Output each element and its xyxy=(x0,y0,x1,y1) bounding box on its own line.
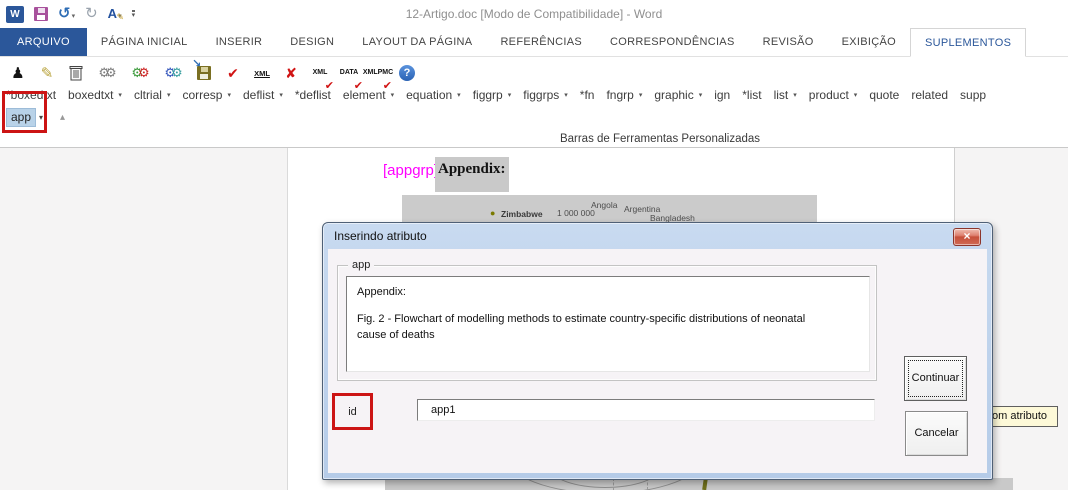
element-figgrps[interactable]: figgrps▾ xyxy=(523,88,568,102)
id-input-field[interactable]: app1 xyxy=(417,399,875,421)
window-titlebar: W ↺▾ ↻ A✎▾ ▾ 12-Artigo.doc [Modo de Comp… xyxy=(0,0,1068,28)
chevron-down-icon: ▾ xyxy=(457,91,461,99)
element-related[interactable]: related xyxy=(911,88,948,102)
chevron-down-icon: ▾ xyxy=(167,91,171,99)
addin-element-list: *boxedtxt boxedtxt▾ cltrial▾ corresp▾ de… xyxy=(6,88,1066,102)
appgrp-tag: [appgrp] xyxy=(383,162,438,179)
window-title: 12-Artigo.doc [Modo de Compatibilidade] … xyxy=(0,7,1068,21)
figure-label: Zimbabwe xyxy=(501,209,543,219)
chevron-down-icon: ▾ xyxy=(279,91,283,99)
save-export-icon[interactable]: ↘ xyxy=(194,62,214,84)
chevron-down-icon: ▾ xyxy=(854,91,858,99)
dialog-close-button[interactable]: × xyxy=(953,228,981,246)
person-icon[interactable]: ♟ xyxy=(8,62,28,84)
tab-referencias[interactable]: REFERÊNCIAS xyxy=(486,28,596,56)
tab-pagina-inicial[interactable]: PÁGINA INICIAL xyxy=(87,28,202,56)
annotation-red-box-id: id xyxy=(332,393,373,430)
delete-x-icon[interactable]: ✘ xyxy=(281,62,301,84)
addin-icon-toolbar: ♟ ✎ ⚙⚙ ⚙⚙ ⚙⚙ ↘ ✔ XML ✘ XML✔ DATA✔ XMLPMC… xyxy=(8,61,417,85)
chevron-down-icon: ▾ xyxy=(391,91,395,99)
attribute-content-textbox[interactable]: Appendix: Fig. 2 - Flowchart of modellin… xyxy=(346,276,870,372)
app-element-chip[interactable]: app xyxy=(6,108,36,127)
tab-arquivo[interactable]: ARQUIVO xyxy=(0,28,87,56)
continue-button[interactable]: Continuar xyxy=(904,356,967,401)
legend-bullet-icon: ● xyxy=(490,208,495,218)
cancel-button[interactable]: Cancelar xyxy=(905,411,968,456)
ribbon-tab-bar: ARQUIVO PÁGINA INICIAL INSERIR DESIGN LA… xyxy=(0,28,1068,57)
xml-icon[interactable]: XML xyxy=(252,62,272,84)
element-boxedtxt-star[interactable]: *boxedtxt xyxy=(6,88,56,102)
element-equation[interactable]: equation▾ xyxy=(406,88,461,102)
chevron-down-icon[interactable]: ▾ xyxy=(36,113,46,122)
tab-design[interactable]: DESIGN xyxy=(276,28,348,56)
content-line-1: Appendix: xyxy=(357,286,859,298)
element-figgrp[interactable]: figgrp▾ xyxy=(473,88,512,102)
xml-validate-icon[interactable]: XML✔ xyxy=(310,62,330,84)
element-product[interactable]: product▾ xyxy=(809,88,858,102)
insert-attribute-dialog: Inserindo atributo × app Appendix: Fig. … xyxy=(322,222,993,480)
tab-exibicao[interactable]: EXIBIÇÃO xyxy=(828,28,910,56)
chevron-down-icon: ▾ xyxy=(118,91,122,99)
tab-correspondencias[interactable]: CORRESPONDÊNCIAS xyxy=(596,28,749,56)
chevron-down-icon: ▾ xyxy=(564,91,568,99)
id-label: id xyxy=(348,406,357,418)
app-group-box: app Appendix: Fig. 2 - Flowchart of mode… xyxy=(337,265,877,381)
gears-blue-icon[interactable]: ⚙⚙ xyxy=(161,62,181,84)
pencil-icon[interactable]: ✎ xyxy=(37,62,57,84)
element-fngrp[interactable]: fngrp▾ xyxy=(606,88,642,102)
tooltip: om atributo xyxy=(989,406,1058,427)
chevron-down-icon: ▾ xyxy=(227,91,231,99)
element-deflist[interactable]: deflist▾ xyxy=(243,88,283,102)
tab-revisao[interactable]: REVISÃO xyxy=(749,28,828,56)
element-element[interactable]: element▾ xyxy=(343,88,394,102)
content-line-2: Fig. 2 - Flowchart of modelling methods … xyxy=(357,312,837,344)
element-quote[interactable]: quote xyxy=(869,88,899,102)
element-ign[interactable]: ign xyxy=(714,88,730,102)
validate-check-icon[interactable]: ✔ xyxy=(223,62,243,84)
app-selector-row: app ▾ ▴ xyxy=(6,108,65,127)
figure-label: Angola xyxy=(591,200,617,210)
arrow-se-icon: ↘ xyxy=(192,57,201,70)
appendix-heading: Appendix: xyxy=(438,161,506,178)
dialog-client-area: app Appendix: Fig. 2 - Flowchart of mode… xyxy=(328,249,987,473)
trash-icon[interactable] xyxy=(66,62,86,84)
element-graphic[interactable]: graphic▾ xyxy=(654,88,702,102)
xml-pmc-validate-icon[interactable]: XMLPMC✔ xyxy=(368,62,388,84)
chevron-down-icon: ▾ xyxy=(508,91,512,99)
tab-suplementos[interactable]: SUPLEMENTOS xyxy=(910,28,1026,57)
ribbon-body: ♟ ✎ ⚙⚙ ⚙⚙ ⚙⚙ ↘ ✔ XML ✘ XML✔ DATA✔ XMLPMC… xyxy=(0,57,1068,148)
tab-inserir[interactable]: INSERIR xyxy=(202,28,277,56)
figure-label: 1 000 000 xyxy=(557,208,595,218)
chevron-down-icon: ▾ xyxy=(699,91,703,99)
group-box-label: app xyxy=(348,259,374,271)
collapse-arrow-icon[interactable]: ▴ xyxy=(60,112,65,123)
tab-layout-da-pagina[interactable]: LAYOUT DA PÁGINA xyxy=(348,28,486,56)
gears-gray-icon[interactable]: ⚙⚙ xyxy=(95,62,115,84)
element-corresp[interactable]: corresp▾ xyxy=(182,88,231,102)
element-deflist-star[interactable]: *deflist xyxy=(295,88,331,102)
custom-toolbars-caption: Barras de Ferramentas Personalizadas xyxy=(560,133,760,145)
data-validate-icon[interactable]: DATA✔ xyxy=(339,62,359,84)
element-cltrial[interactable]: cltrial▾ xyxy=(134,88,171,102)
element-boxedtxt[interactable]: boxedtxt▾ xyxy=(68,88,122,102)
dialog-title: Inserindo atributo xyxy=(334,229,427,243)
chevron-down-icon: ▾ xyxy=(639,91,643,99)
chevron-down-icon: ▾ xyxy=(793,91,797,99)
help-icon[interactable]: ? xyxy=(397,62,417,84)
element-list[interactable]: list▾ xyxy=(774,88,797,102)
figure-fragment: ● Zimbabwe 1 000 000 Angola Argentina Ba… xyxy=(402,195,817,225)
element-list-star[interactable]: *list xyxy=(742,88,761,102)
element-supp[interactable]: supp xyxy=(960,88,986,102)
gears-colored-icon[interactable]: ⚙⚙ xyxy=(128,62,148,84)
element-fn-star[interactable]: *fn xyxy=(580,88,595,102)
